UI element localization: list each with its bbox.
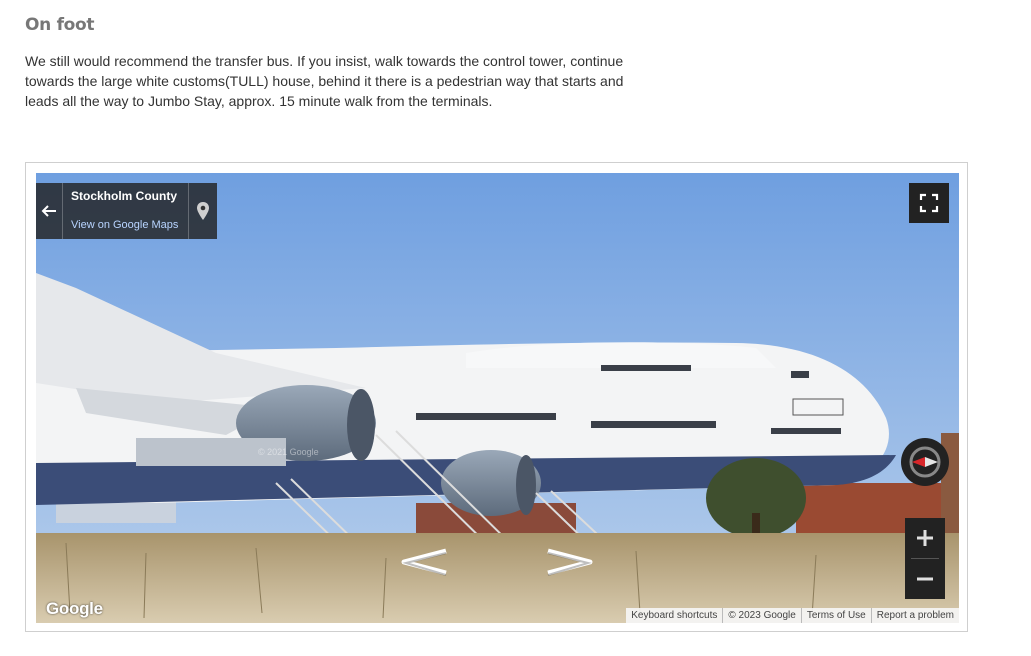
section-heading: On foot [25,15,95,35]
report-problem-link[interactable]: Report a problem [870,608,959,623]
location-info-card: Stockholm County View on Google Maps [36,183,217,239]
view-on-google-maps-link[interactable]: View on Google Maps [71,219,178,231]
map-pin-icon [197,202,209,220]
street-view-panorama[interactable]: © 2021 Google Stockholm County View on G… [36,173,959,623]
plus-icon [917,530,933,546]
directions-paragraph: We still would recommend the transfer bu… [25,53,624,109]
compass-control[interactable] [901,438,949,486]
location-title: Stockholm County [71,189,178,203]
terms-of-use-link[interactable]: Terms of Use [800,608,871,623]
copyright-text: © 2023 Google [722,608,800,623]
back-button[interactable] [36,183,63,239]
minus-icon [917,577,933,581]
fullscreen-button[interactable] [909,183,949,223]
info-card-body: Stockholm County View on Google Maps [63,183,188,239]
zoom-in-button[interactable] [905,518,945,558]
arrow-left-icon [41,205,56,217]
compass-icon [909,446,941,478]
fullscreen-icon [919,193,939,213]
chevron-left-icon[interactable] [396,547,450,577]
open-map-button[interactable] [188,183,217,239]
keyboard-shortcuts-link[interactable]: Keyboard shortcuts [626,608,722,623]
imagery-watermark: © 2021 Google [258,447,319,457]
zoom-controls [905,518,945,599]
chevron-right-icon[interactable] [544,547,598,577]
zoom-out-button[interactable] [905,559,945,599]
google-logo: Google [46,599,103,618]
panorama-image[interactable] [36,173,959,623]
attribution-bar: Keyboard shortcuts © 2023 Google Terms o… [626,608,959,623]
